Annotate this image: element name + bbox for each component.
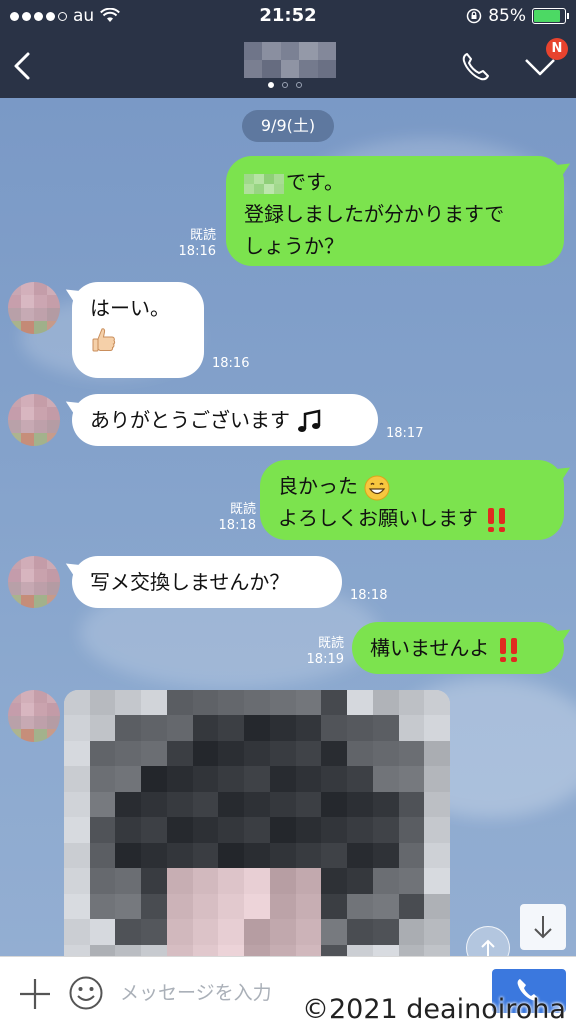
message-time: 18:16 — [178, 244, 216, 259]
arrow-up-icon — [481, 939, 495, 956]
message-bubble-received[interactable]: 写メ交換しませんか？ — [72, 556, 342, 608]
message-line: よろしくお願いします — [278, 502, 546, 534]
back-button[interactable] — [8, 46, 38, 86]
message-bubble-sent[interactable]: です。 登録しましたが分かりますで しょうか？ — [226, 156, 564, 266]
message-bubble-received[interactable]: ありがとうございます — [72, 394, 378, 446]
read-receipt: 既読 — [189, 228, 216, 243]
phone-call-icon[interactable] — [458, 48, 494, 84]
read-receipt: 既読 — [229, 502, 256, 517]
message-time: 18:18 — [350, 588, 388, 603]
message-meta: 18:18 — [350, 588, 387, 604]
page-indicator — [268, 82, 302, 88]
notification-badge: N — [546, 38, 568, 60]
photo-message-mosaic[interactable] — [64, 690, 450, 956]
message-text: 構いませんよ — [370, 636, 490, 660]
read-receipt: 既読 — [317, 636, 344, 651]
message-line: 良かった — [278, 470, 546, 502]
double-exclamation-icon — [488, 507, 506, 532]
plus-icon[interactable] — [18, 977, 52, 1011]
chat-area[interactable]: 9/9(土) 既読 18:16 です。 登録しましたが分かりますで しょうか？ … — [0, 98, 576, 956]
message-time: 18:18 — [218, 518, 256, 533]
message-bubble-received[interactable]: はーい。 — [72, 282, 204, 378]
music-note-icon — [298, 408, 321, 432]
message-bubble-sent[interactable]: 構いませんよ — [352, 622, 564, 674]
message-line: しょうか？ — [244, 234, 344, 258]
avatar[interactable] — [8, 394, 60, 446]
message-meta: 既読 18:18 — [212, 502, 256, 534]
message-time: 18:16 — [212, 356, 250, 371]
watermark: ©2021 deainoiroha — [302, 994, 566, 1024]
avatar[interactable] — [8, 690, 60, 742]
orientation-lock-icon — [466, 8, 482, 24]
sticker-icon[interactable] — [68, 975, 104, 1011]
chat-header: N — [0, 34, 576, 98]
message-meta: 18:16 — [212, 356, 249, 372]
avatar[interactable] — [8, 556, 60, 608]
message-text: ありがとうございます — [90, 408, 290, 432]
message-meta: 既読 18:19 — [300, 636, 344, 668]
redacted-name-mosaic — [244, 173, 284, 194]
double-exclamation-icon — [499, 637, 517, 662]
grinning-face-icon — [364, 475, 390, 500]
date-separator: 9/9(土) — [242, 110, 334, 142]
battery-percent: 85% — [488, 6, 526, 26]
thumbs-up-icon — [92, 327, 116, 351]
arrow-down-icon — [534, 916, 552, 939]
message-bubble-sent[interactable]: 良かった よろしくお願いします — [260, 460, 564, 540]
message-time: 18:17 — [386, 426, 424, 441]
avatar[interactable] — [8, 282, 60, 334]
message-line: です。 — [244, 166, 546, 198]
status-bar: au 21:52 85% — [0, 0, 576, 34]
scroll-to-top-button[interactable] — [466, 926, 510, 956]
message-text: 写メ交換しませんか？ — [90, 570, 290, 594]
message-time: 18:19 — [306, 652, 344, 667]
scroll-to-bottom-button[interactable] — [520, 904, 566, 950]
battery-area: 85% — [466, 6, 569, 26]
message-meta: 既読 18:16 — [172, 228, 216, 260]
contact-name-mosaic[interactable] — [244, 42, 336, 78]
battery-icon — [532, 8, 569, 24]
message-line: 登録しましたが分かりますで — [244, 202, 505, 226]
message-meta: 18:17 — [386, 426, 423, 442]
message-text: はーい。 — [90, 296, 170, 320]
